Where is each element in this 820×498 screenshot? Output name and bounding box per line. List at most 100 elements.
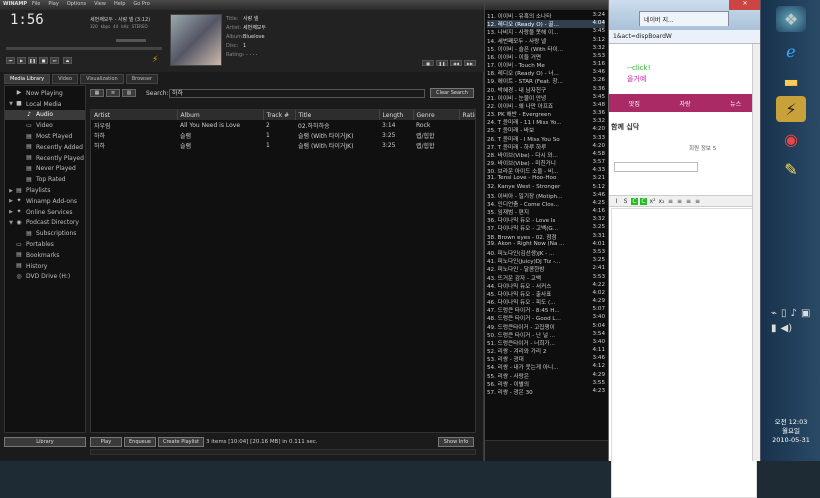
playlist-item[interactable]: 24. T 윤미래 - 11 I Miss Yo... 3:32 (487, 118, 605, 126)
network-icon[interactable]: ▮ (771, 323, 777, 334)
eject-button[interactable]: ⏏ (63, 57, 72, 64)
library-button[interactable]: Library (4, 437, 86, 447)
tree-item-top-rated[interactable]: ▤ Top Rated (5, 174, 85, 185)
playlist-item[interactable]: 17. 이이비 - Touch Me 3:16 (487, 61, 605, 69)
column-header[interactable]: Artist (91, 110, 178, 120)
close-icon[interactable]: ✕ (729, 0, 761, 10)
playlist-item[interactable]: 53. 리쌍 - 광대 3:46 (487, 355, 605, 363)
playlist-item[interactable]: 15. 이이비 - 슬픈 (With 타이... 3:32 (487, 45, 605, 53)
playlist-item[interactable]: 12. 레디오 (Ready O) - 골... 4:04 (487, 20, 605, 29)
playlist-titlebar[interactable] (485, 0, 609, 10)
column-header[interactable]: Genre (413, 110, 460, 120)
playlist-item[interactable]: 44. 다이나믹 듀오 - 서커스 4:22 (487, 282, 605, 290)
create-playlist-button[interactable]: Create Playlist (158, 437, 204, 447)
editor-button[interactable]: C (640, 197, 647, 205)
chevron-down-icon[interactable]: ▼ (7, 101, 15, 107)
table-row[interactable]: 자우림 All You Need is Love 2 02.하하하송 3:14 Rock (91, 120, 475, 130)
tree-item-now-playing[interactable]: ▶ Now Playing (5, 88, 85, 99)
elapsed-time[interactable]: 1:56 (10, 12, 44, 28)
show-info-button[interactable]: Show Info (438, 437, 474, 447)
table-row[interactable]: 하하 슬램 1 슬램 (With 타이거JK) 3:25 랩/힙합 (91, 130, 475, 140)
table-row[interactable]: 하하 슬램 1 슬램 (With 타이거JK) 3:25 랩/힙합 (91, 140, 475, 150)
stop-mini-icon[interactable]: ■ (422, 60, 434, 66)
editor-button[interactable]: ≡ (667, 198, 674, 205)
playlist-item[interactable]: 22. 이이비 - 왜 나만 아프죠 3:48 (487, 102, 605, 110)
column-header[interactable]: Album (177, 110, 264, 120)
playlist-item[interactable]: 27. T 윤미래 - 하루 하루 4:20 (487, 143, 605, 151)
tree-item-playlists[interactable]: ▶ ▤ Playlists (5, 185, 85, 196)
user-info-link[interactable]: 회원 정보 5 (689, 144, 716, 152)
playlist-item[interactable]: 42. 피노다인 - 달콤한밤 2:41 (487, 265, 605, 273)
tree-item-dvd-drive-h-[interactable]: ◎ DVD Drive (H:) (5, 272, 85, 283)
music-note-icon[interactable]: ♪ (791, 308, 797, 319)
columns-button[interactable]: ▥ (122, 89, 136, 97)
nav-item-food[interactable]: 맛집 (629, 99, 640, 108)
tree-item-local-media[interactable]: ▼ ■ Local Media (5, 99, 85, 110)
tree-item-recently-played[interactable]: ▤ Recently Played (5, 153, 85, 164)
usb-icon[interactable]: ⌁ (771, 308, 777, 319)
browser-tab[interactable]: 네이버 지... (639, 11, 729, 26)
playlist-item[interactable]: 21. 이이비 - 눈물이 안녕 3:45 (487, 94, 605, 102)
tab-browser[interactable]: Browser (125, 74, 158, 84)
tree-item-never-played[interactable]: ▤ Never Played (5, 164, 85, 175)
document-icon[interactable]: ▯ (781, 308, 787, 319)
playlist-item[interactable]: 51. 드렁큰타이거 - 너희가... 3:40 (487, 339, 605, 347)
column-header[interactable]: Track # (263, 110, 296, 120)
playlist-item[interactable]: 35. 임재범 - 편지 4:16 (487, 208, 605, 216)
playlist-item[interactable]: 45. 다이나믹 듀오 - 출사표 4:02 (487, 290, 605, 298)
ie-icon[interactable]: ℯ (776, 38, 806, 64)
tab-media-library[interactable]: Media Library (4, 74, 51, 84)
play-button[interactable]: ▶ (17, 57, 26, 64)
playlist-item[interactable]: 38. Brown eyes - 02. 점점 3:31 (487, 233, 605, 241)
play-selection-button[interactable]: Play (90, 437, 122, 447)
clock[interactable]: 오전 12:03 월요일 2010-05-31 (761, 418, 820, 445)
clear-search-button[interactable]: Clear Search (430, 88, 474, 98)
nav-item-news[interactable]: 뉴스 (730, 99, 741, 108)
playlist-item[interactable]: 29. 바이브(Vibe) - 미친거니 3:57 (487, 159, 605, 167)
tree-item-recently-added[interactable]: ▤ Recently Added (5, 142, 85, 153)
playlist-item[interactable]: 56. 리쌍 - 이별의 3:55 (487, 380, 605, 388)
enqueue-button[interactable]: Enqueue (124, 437, 156, 447)
playlist-item[interactable]: 50. 드렁큰 타이거 - 난 널 ... 3:54 (487, 331, 605, 339)
menu-item[interactable]: View (94, 1, 106, 7)
menu-item[interactable]: Go Pro (133, 1, 149, 7)
editor-button[interactable]: S (622, 198, 629, 205)
address-bar[interactable]: 1&act=dispBoardW (609, 30, 761, 44)
playlist-item[interactable]: 47. 드렁큰 타이거 - 8:45 H... 5:07 (487, 306, 605, 314)
tree-item-portables[interactable]: ▭ Portables (5, 239, 85, 250)
chevron-right-icon[interactable]: ▶ (7, 198, 15, 204)
tree-item-online-services[interactable]: ▶ ✦ Online Services (5, 207, 85, 218)
playlist-item[interactable]: 39. Akon - Right Now (Na ... 4:01 (487, 241, 605, 249)
playlist-item[interactable]: 54. 리쌍 - 내가 웃는게 아니... 4:12 (487, 363, 605, 371)
menu-item[interactable]: Help (114, 1, 125, 7)
horizontal-scrollbar[interactable] (90, 449, 476, 455)
chevron-right-icon[interactable]: ▶ (7, 188, 15, 194)
pause-mini-icon[interactable]: ❚❚ (436, 60, 448, 66)
chrome-icon[interactable]: ◉ (776, 126, 806, 152)
seek-bar[interactable] (6, 47, 162, 50)
editor-button[interactable]: x² (649, 198, 656, 205)
previous-button[interactable]: ⏮ (6, 57, 15, 64)
title-input[interactable] (614, 162, 698, 172)
playlist-item[interactable]: 52. 리쌍 - 겨리와 가리 2 4:11 (487, 347, 605, 355)
tree-item-podcast-directory[interactable]: ▼ ◉ Podcast Directory (5, 218, 85, 229)
column-header[interactable]: Ratin (459, 110, 475, 120)
playlist-item[interactable]: 36. 다이나믹 듀오 - Love Is 3:32 (487, 216, 605, 224)
editor-button[interactable]: ≡ (694, 198, 701, 205)
tree-item-subscriptions[interactable]: ▤ Subscriptions (5, 228, 85, 239)
rewind-mini-icon[interactable]: ◀◀ (450, 60, 462, 66)
pause-button[interactable]: ❚❚ (28, 57, 37, 64)
chevron-down-icon[interactable]: ▼ (7, 220, 15, 226)
playlist-item[interactable]: 11. 이이비 - 유혹의 소나타 3:24 (487, 12, 605, 20)
paint-icon[interactable]: ✎ (776, 156, 806, 182)
list-view-button[interactable]: ≡ (106, 89, 120, 97)
meta-rating-value[interactable]: · · · · · (243, 52, 257, 58)
playlist-item[interactable]: 19. 에이트 - STAR (Feat. 창... 3:26 (487, 77, 605, 85)
playlist-item[interactable]: 41. 피노다인(Juicy)DJ Tiz -... 3:25 (487, 257, 605, 265)
tree-item-video[interactable]: ▭ Video (5, 120, 85, 131)
playlist-item[interactable]: 40. 피노다인(김선생)JK - ... 3:53 (487, 249, 605, 257)
tree-item-history[interactable]: ▤ History (5, 261, 85, 272)
playlist-item[interactable]: 46. 다이나믹 듀오 - 피도 (... 4:29 (487, 298, 605, 306)
playlist-item[interactable]: 34. 인디언춤 - Come Clos... 4:25 (487, 200, 605, 208)
editor-area[interactable] (611, 208, 757, 498)
